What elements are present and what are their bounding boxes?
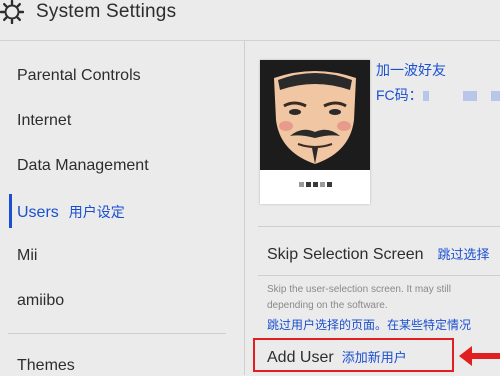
add-user-label: Add User 添加新用户	[267, 347, 407, 367]
sidebar-item-label: Internet	[17, 112, 72, 129]
add-user-text: Add User	[267, 349, 334, 366]
section-divider	[258, 226, 500, 227]
sidebar-item-label: Data Management	[17, 157, 149, 174]
sidebar-item-label: Users	[17, 204, 59, 221]
obscured-code	[490, 91, 500, 102]
sidebar-item-mii[interactable]: Mii	[17, 246, 37, 266]
header-bar: System Settings	[0, 0, 500, 30]
avatar	[260, 60, 370, 170]
users-annotation: 用户设定	[68, 204, 125, 220]
guy-fawkes-mask-icon	[260, 60, 370, 170]
sidebar-item-internet[interactable]: Internet	[17, 111, 71, 131]
add-user-annotation: 添加新用户	[341, 350, 407, 365]
skip-selection-description-cn: 跳过用户选择的页面。在某些特定情况	[267, 318, 472, 332]
active-indicator	[9, 194, 12, 228]
description-line: depending on the software.	[267, 300, 388, 311]
sidebar-item-label: amiibo	[17, 292, 65, 309]
red-arrow-icon	[459, 346, 500, 366]
skip-selection-description: Skip the user-selection screen. It may s…	[267, 282, 451, 314]
sidebar-item-themes[interactable]: Themes	[17, 356, 75, 376]
friend-code-label: FC码：	[376, 87, 423, 103]
gear-icon	[0, 0, 24, 24]
sidebar-item-amiibo[interactable]: amiibo	[17, 291, 64, 311]
sidebar-item-users[interactable]: Users 用户设定	[17, 202, 125, 223]
sidebar-item-label: Themes	[17, 357, 75, 374]
add-user-button[interactable]: Add User 添加新用户	[253, 338, 454, 372]
skip-selection-label: Skip Selection Screen	[267, 246, 424, 263]
skip-selection-annotation: 跳过选择	[437, 247, 490, 262]
skip-selection-screen-option[interactable]: Skip Selection Screen 跳过选择	[267, 244, 490, 264]
user-profile-card[interactable]	[260, 60, 370, 204]
sidebar-item-label: Mii	[17, 247, 38, 264]
obscured-code	[422, 91, 429, 102]
sidebar-divider	[8, 333, 226, 334]
page-title: System Settings	[36, 1, 177, 22]
section-divider	[258, 275, 500, 276]
obscured-code	[462, 91, 477, 102]
user-nickname-obscured	[260, 178, 370, 190]
sidebar-item-label: Parental Controls	[17, 67, 141, 84]
pane-divider	[244, 41, 245, 375]
friend-note: 加一波好友	[376, 62, 446, 78]
sidebar-item-data-management[interactable]: Data Management	[17, 156, 149, 176]
description-line: Skip the user-selection screen. It may s…	[267, 284, 451, 295]
sidebar-item-parental-controls[interactable]: Parental Controls	[17, 66, 141, 86]
friend-code: FC码：	[376, 85, 500, 105]
